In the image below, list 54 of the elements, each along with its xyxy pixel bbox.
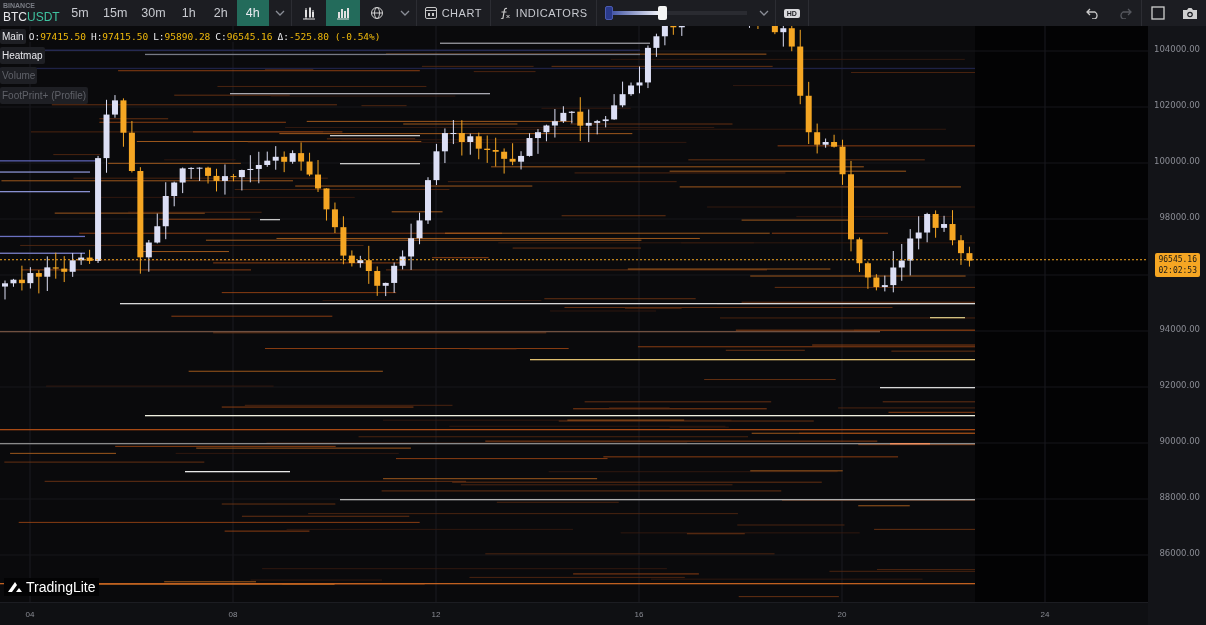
price-label: 104000.00 xyxy=(1154,44,1200,54)
redo-icon xyxy=(1118,7,1132,19)
candle xyxy=(771,26,778,35)
price-label: 86000.00 xyxy=(1159,548,1200,558)
time-label: 12 xyxy=(430,610,442,620)
square-icon xyxy=(1151,6,1165,20)
undo-icon xyxy=(1086,7,1100,19)
candle xyxy=(535,128,541,155)
price-label: 98000.00 xyxy=(1159,212,1200,222)
chevron-down-icon xyxy=(274,10,285,16)
bar-chart-icon xyxy=(335,6,350,20)
chevron-down-icon xyxy=(758,10,769,16)
time-label: 20 xyxy=(836,610,848,620)
price-label: 102000.00 xyxy=(1154,100,1200,110)
price-label: 92000.00 xyxy=(1159,380,1200,390)
candlestick-icon xyxy=(301,6,316,20)
price-label: 100000.00 xyxy=(1154,156,1200,166)
time-label: 16 xyxy=(633,610,645,620)
price-label: 94000.00 xyxy=(1159,324,1200,334)
calendar-icon xyxy=(424,7,437,19)
candle xyxy=(315,159,321,193)
slider-thumb[interactable] xyxy=(657,6,667,20)
time-label: 08 xyxy=(227,610,239,620)
layer-button[interactable]: Heatmap xyxy=(0,47,45,64)
timeframe-button[interactable]: 15m xyxy=(96,0,135,26)
timeframe-button[interactable]: 30m xyxy=(134,0,173,26)
candle xyxy=(425,176,431,225)
logo-text: TradingLite xyxy=(26,579,96,596)
time-label: 24 xyxy=(1039,610,1051,620)
candle xyxy=(966,246,973,268)
current-price: 96545.16 xyxy=(1158,253,1197,265)
globe-icon xyxy=(369,6,384,20)
candle xyxy=(2,280,8,300)
timeframe-button[interactable]: 2h xyxy=(204,0,237,26)
timeframe-button[interactable]: 4h xyxy=(236,0,269,26)
camera-icon xyxy=(1182,6,1198,20)
countdown-timer: 02:02:53 xyxy=(1158,264,1197,276)
symbol-quote: USDT xyxy=(27,10,60,24)
time-label: 04 xyxy=(24,610,36,620)
symbol-base: BTC xyxy=(3,10,27,24)
candle xyxy=(112,94,118,119)
slider-handle[interactable] xyxy=(604,6,613,20)
price-label: 88000.00 xyxy=(1159,492,1200,502)
chart-button[interactable]: CHART xyxy=(416,0,490,26)
chart-style-button[interactable] xyxy=(325,0,360,26)
chevron-down-icon xyxy=(399,10,410,16)
timeframe-button[interactable]: 1h xyxy=(172,0,205,26)
indicators-button[interactable]: INDICATORS xyxy=(490,0,596,26)
candle xyxy=(958,234,964,266)
timeframe-button[interactable]: 5m xyxy=(64,0,96,26)
price-label: 90000.00 xyxy=(1159,436,1200,446)
logo-icon xyxy=(7,581,23,594)
pane-label[interactable]: Main xyxy=(0,29,26,44)
function-icon xyxy=(498,7,511,19)
